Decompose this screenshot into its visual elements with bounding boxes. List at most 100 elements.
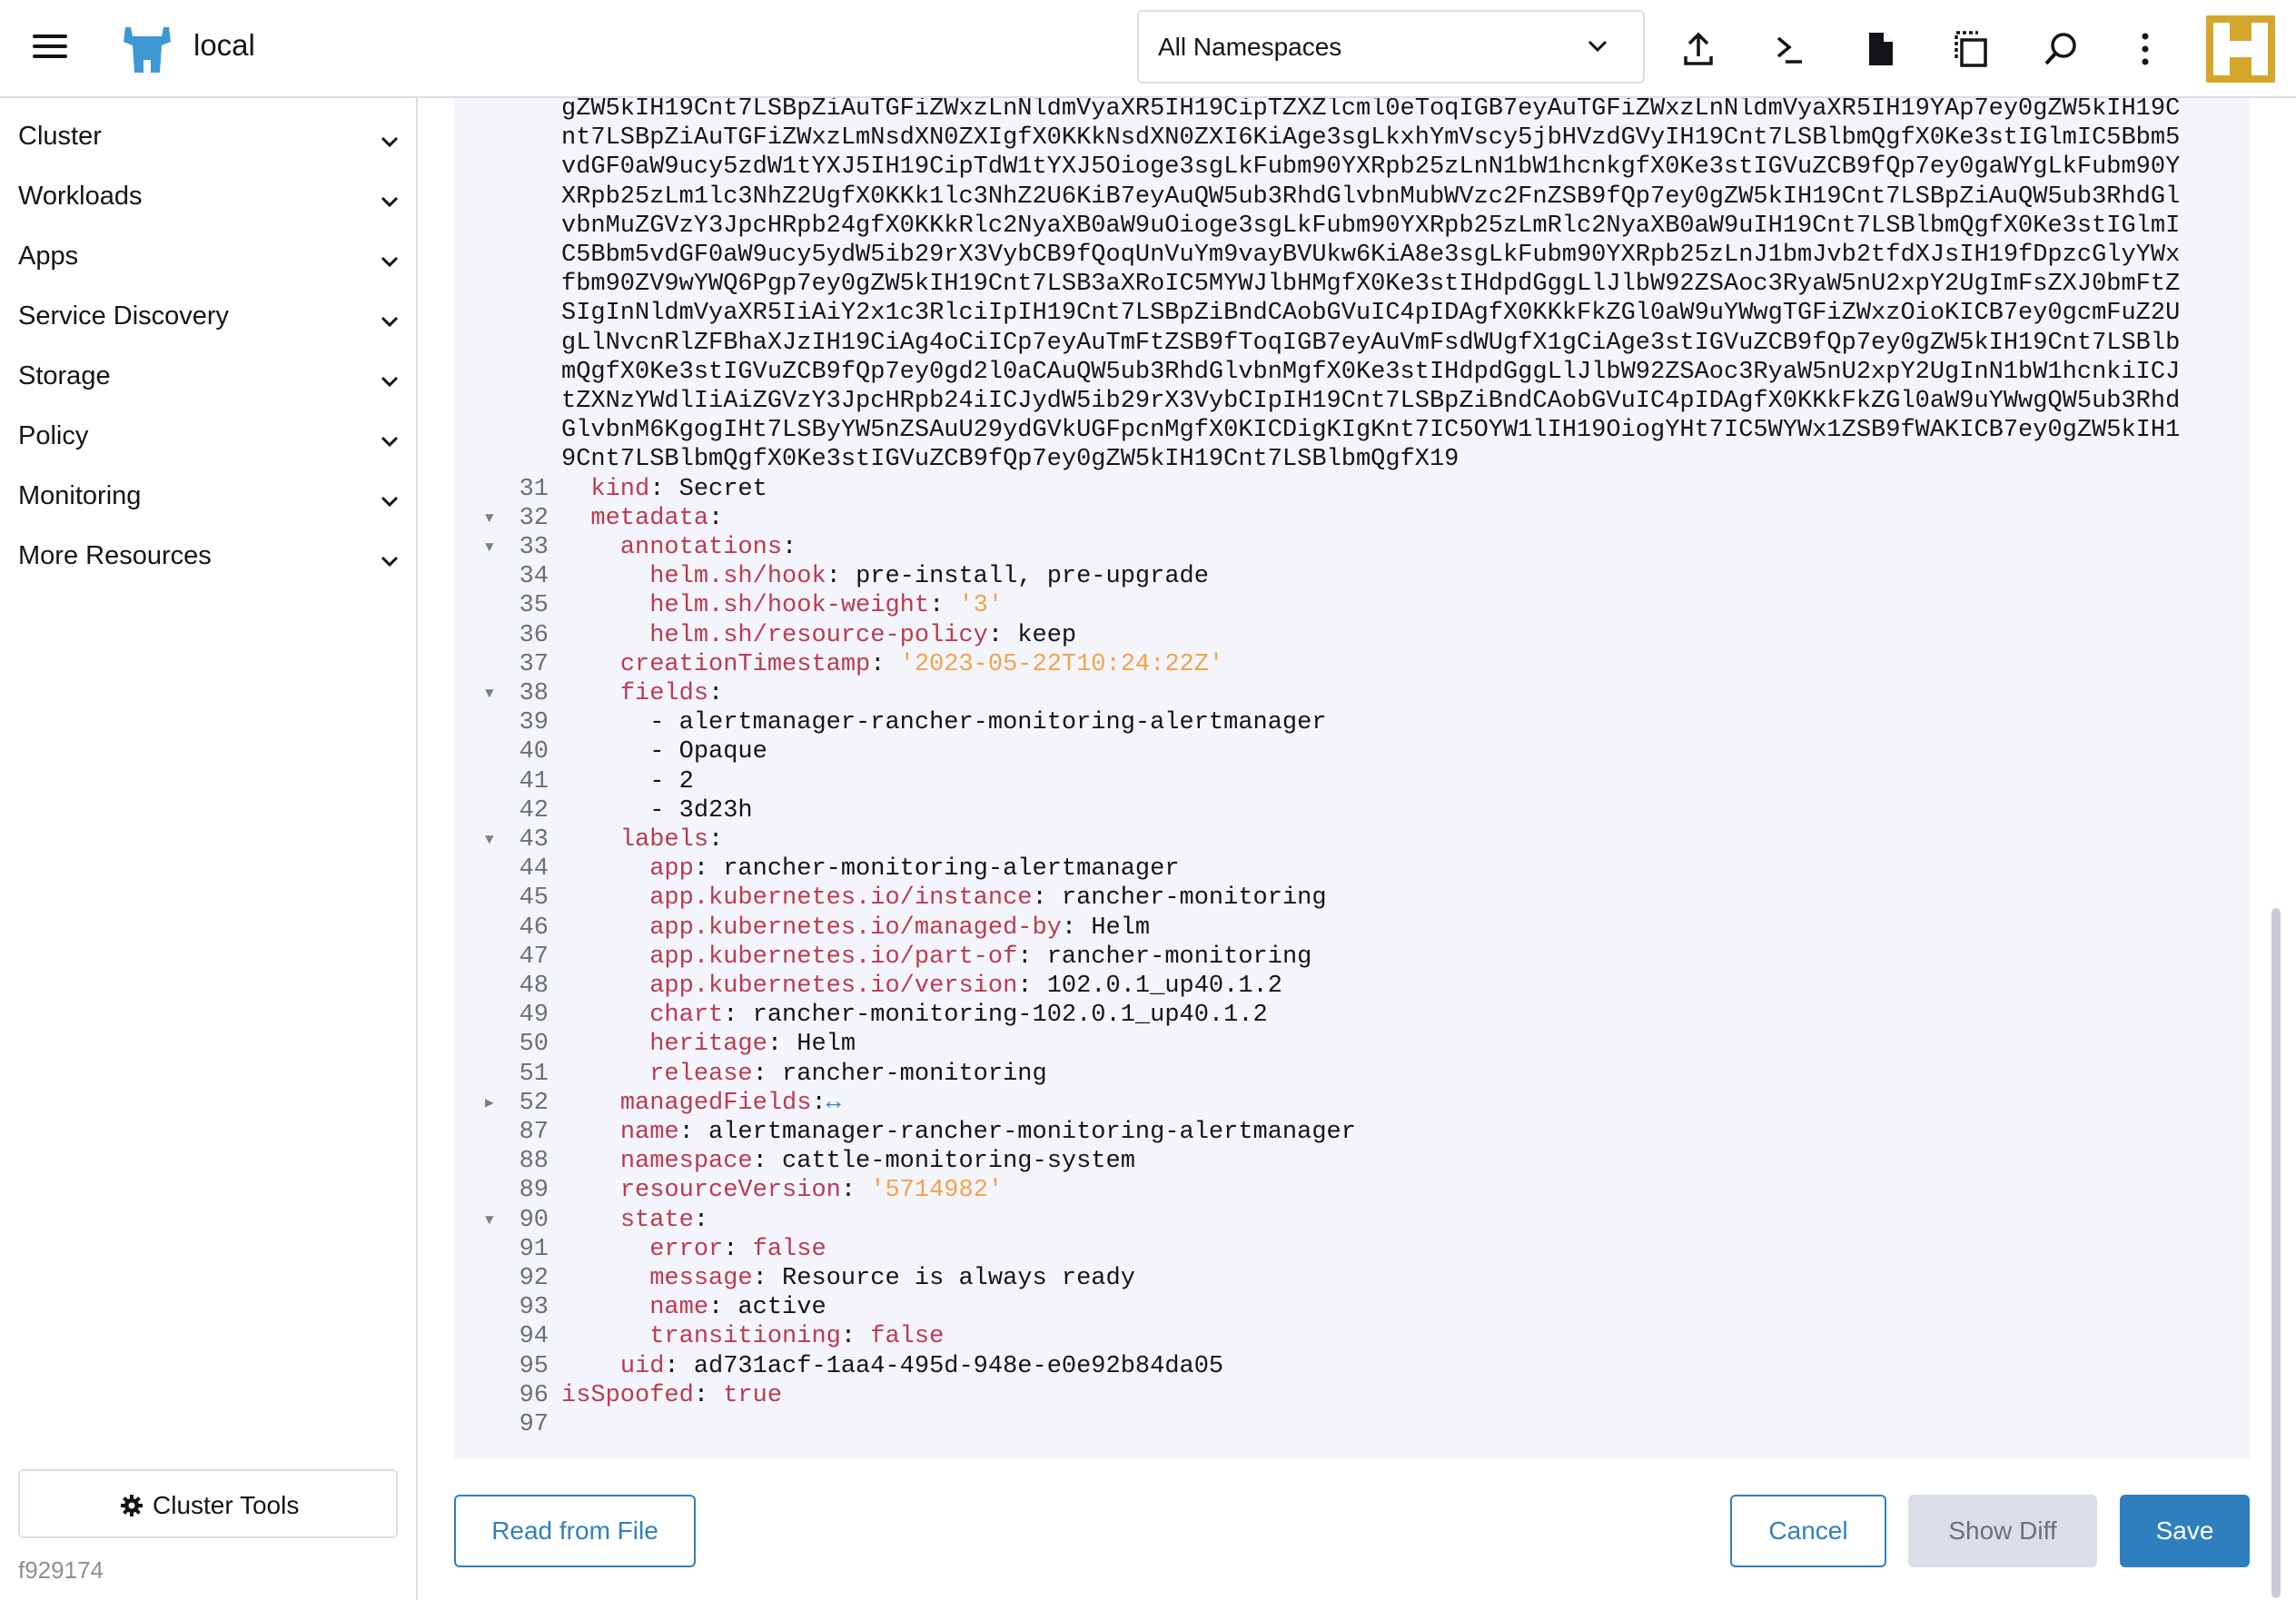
sidebar-item-apps[interactable]: Apps: [0, 231, 416, 285]
code-line: 91 error: false: [454, 1235, 2250, 1264]
fold-collapse-icon[interactable]: ▼: [485, 679, 494, 708]
sidebar-item-workloads[interactable]: Workloads: [0, 171, 416, 225]
fold-collapse-icon[interactable]: ▼: [485, 504, 494, 533]
fold-collapse-icon[interactable]: ▼: [485, 1206, 494, 1235]
fold-collapse-icon[interactable]: ▼: [485, 825, 494, 854]
sidebar-item-label: Monitoring: [18, 481, 142, 510]
brand-logo-mark: [2213, 23, 2268, 75]
yaml-key: error: [649, 1235, 724, 1263]
yaml-value: false: [752, 1235, 826, 1263]
yaml-editor[interactable]: gZW5kIH19Cnt7LSBpZiAuTGFiZWxzLnNldmVyaXR…: [454, 98, 2250, 1458]
code-content: release: rancher-monitoring: [561, 1060, 1046, 1089]
line-number: 37: [519, 650, 549, 678]
file-icon[interactable]: [1858, 27, 1902, 71]
base64-data-text: mQgfX0Ke3stIGVuZCB9fQp7ey0gd2l0aCAuQW5ub…: [561, 358, 2181, 386]
code-content: helm.sh/hook-weight: '3': [561, 591, 1003, 620]
line-number: 89: [519, 1177, 549, 1205]
yaml-value: active: [737, 1294, 826, 1322]
cancel-button[interactable]: Cancel: [1730, 1495, 1886, 1567]
save-button[interactable]: Save: [2120, 1495, 2250, 1567]
line-number: 43: [519, 826, 549, 854]
sidebar-item-label: Service Discovery: [18, 301, 230, 331]
yaml-separator: :: [1032, 884, 1062, 913]
menu-icon[interactable]: [27, 31, 73, 67]
terminal-icon[interactable]: [1767, 27, 1811, 71]
yaml-key: state: [619, 1206, 694, 1234]
read-from-file-button[interactable]: Read from File: [454, 1495, 696, 1567]
chevron-down-icon: [381, 496, 399, 508]
code-line: 39 - alertmanager-rancher-monitoring-ale…: [454, 708, 2250, 737]
editor-scrollbar[interactable]: [2271, 908, 2281, 1598]
yaml-key: app.kubernetes.io/part-of: [649, 943, 1018, 971]
show-diff-button[interactable]: Show Diff: [1908, 1495, 2097, 1567]
line-number: 33: [519, 534, 549, 561]
search-icon[interactable]: [2040, 27, 2083, 71]
line-number: 39: [519, 709, 549, 737]
line-number: 46: [519, 914, 549, 942]
fold-expand-icon[interactable]: ▶: [485, 1089, 494, 1118]
yaml-value: - 3d23h: [649, 796, 753, 825]
sidebar-item-more-resources[interactable]: More Resources: [0, 530, 416, 585]
namespace-select[interactable]: All Namespaces: [1137, 10, 1645, 84]
line-number: 31: [519, 475, 549, 503]
yaml-key: message: [649, 1265, 753, 1292]
line-number: 44: [519, 855, 549, 884]
yaml-key: app: [649, 855, 694, 884]
yaml-value: rancher-monitoring-102.0.1_up40.1.2: [752, 1002, 1268, 1030]
code-content: name: active: [561, 1293, 826, 1322]
yaml-value: true: [723, 1381, 783, 1409]
line-number: 51: [519, 1060, 549, 1088]
code-line: 50 heritage: Helm: [454, 1030, 2250, 1059]
brand-logo[interactable]: [2206, 15, 2275, 83]
yaml-value: cattle-monitoring-system: [782, 1148, 1135, 1176]
copy-config-icon[interactable]: [1949, 27, 1993, 71]
yaml-separator: :: [708, 1294, 738, 1322]
sidebar-item-label: More Resources: [18, 541, 212, 570]
cluster-name[interactable]: local: [193, 28, 255, 63]
code-content: creationTimestamp: '2023-05-22T10:24:22Z…: [561, 650, 1223, 679]
line-number: 48: [519, 973, 549, 1000]
sidebar-item-service-discovery[interactable]: Service Discovery: [0, 291, 416, 345]
yaml-key: app.kubernetes.io/instance: [649, 884, 1033, 913]
fold-collapse-icon[interactable]: ▼: [485, 533, 494, 562]
code-line: 93 name: active: [454, 1293, 2250, 1322]
line-number: 91: [519, 1235, 549, 1263]
yaml-separator: :: [752, 1060, 783, 1088]
sidebar-item-monitoring[interactable]: Monitoring: [0, 470, 416, 525]
code-line: 42 - 3d23h: [454, 796, 2250, 825]
upload-icon[interactable]: [1677, 27, 1720, 71]
yaml-separator: :: [826, 563, 856, 591]
cattle-logo-icon[interactable]: [120, 24, 174, 74]
line-number: 38: [519, 680, 549, 707]
yaml-key: heritage: [649, 1031, 767, 1059]
code-line: 87 name: alertmanager-rancher-monitoring…: [454, 1118, 2250, 1147]
collapsed-fold-marker[interactable]: ↔: [826, 1090, 841, 1117]
sidebar-item-storage[interactable]: Storage: [0, 351, 416, 405]
base64-data-text: gLlNvcnRlZFBhaXJzIH19CiAg4oCiICp7eyAuTmF…: [561, 329, 2181, 357]
sidebar-item-policy[interactable]: Policy: [0, 410, 416, 465]
code-content: app.kubernetes.io/managed-by: Helm: [561, 914, 1150, 943]
code-content: error: false: [561, 1235, 826, 1264]
chevron-down-icon: [381, 556, 399, 568]
base64-data-text: XRpb25zLm1lc3NhZ2UgfX0KKk1lc3NhZ2U6KiB7e…: [561, 183, 2181, 211]
base64-data-text: GlvbnM6KgogIHt7LSByYW5nZSAuU29ydGVkUGFpc…: [561, 417, 2181, 445]
namespace-select-value: All Namespaces: [1158, 33, 1342, 61]
code-content: kind: Secret: [561, 475, 767, 504]
code-line: 32 ▼ metadata:: [454, 504, 2250, 533]
line-number: 35: [519, 592, 549, 620]
cluster-tools-button[interactable]: Cluster Tools: [18, 1469, 398, 1538]
kebab-menu-icon[interactable]: [2123, 27, 2167, 71]
yaml-key: annotations: [619, 534, 783, 561]
sidebar-item-cluster[interactable]: Cluster: [0, 111, 416, 165]
yaml-separator: :: [840, 1177, 871, 1205]
yaml-key: chart: [649, 1002, 724, 1030]
